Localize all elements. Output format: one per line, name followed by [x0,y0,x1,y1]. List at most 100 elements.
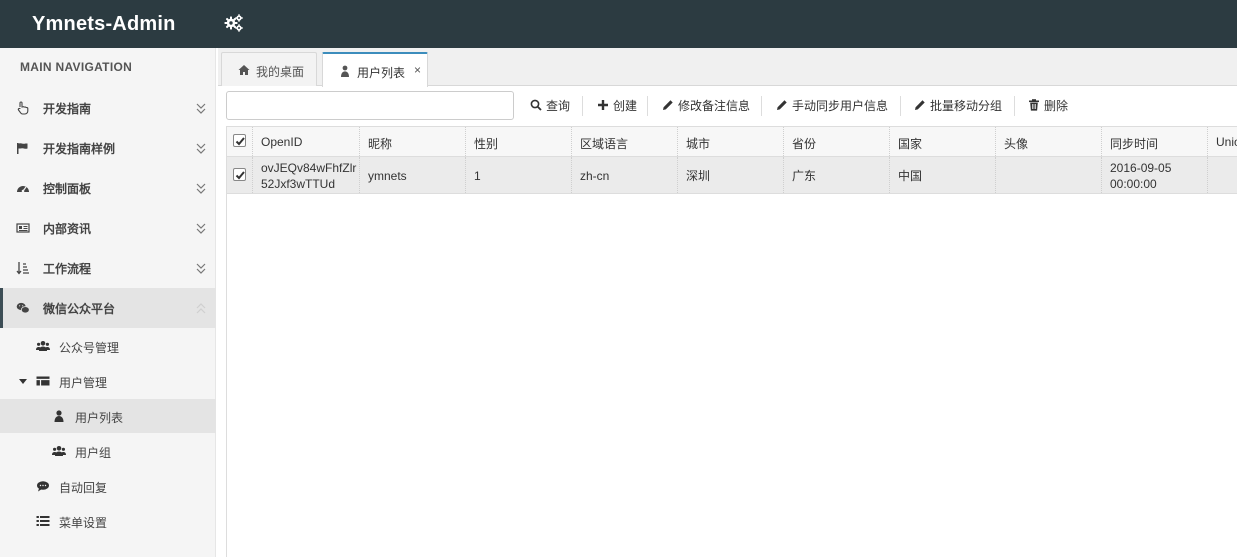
column-header-label: 区域语言 [580,137,629,151]
main-content: 我的桌面 用户列表 × 查询 创建 修改备注信息 手动同步用户信息 批量移动分组 [218,48,1237,557]
sync-time-value: 2016-09-05 00:00:00 [1110,160,1171,192]
gears-icon[interactable] [224,13,244,33]
column-header-sex[interactable]: 性别 [466,127,572,156]
sync-user-info-button-label: 手动同步用户信息 [792,99,889,113]
users-icon [36,341,50,351]
toolbar-divider [761,96,762,116]
table-icon [36,376,50,386]
sidebar-item-label: 开发指南 [43,102,92,116]
chevron-double-down-icon[interactable] [195,221,207,235]
column-header-country[interactable]: 国家 [890,127,996,156]
column-header-nickname[interactable]: 昵称 [360,127,466,156]
column-header-label: 昵称 [368,137,393,151]
chevron-double-up-icon[interactable] [195,301,207,315]
sidebar-item-label: 微信公众平台 [43,302,116,316]
active-indicator [0,288,3,328]
chevron-double-down-icon[interactable] [195,101,207,115]
sidebar-subitem-menu-settings[interactable]: 菜单设置 [0,504,216,538]
sidebar-item-dashboard[interactable]: 控制面板 [0,168,216,208]
query-button[interactable]: 查询 [530,97,570,115]
sidebar-item-label: 开发指南样例 [43,142,116,156]
toolbar-divider [582,96,583,116]
trash-icon [1029,99,1039,111]
cell-openid: ovJEQv84wFhfZlr 52Jxf3wTTUd [253,157,360,193]
sidebar-subitem-official-accounts[interactable]: 公众号管理 [0,329,216,363]
chevron-double-down-icon[interactable] [195,181,207,195]
openid-line-1: ovJEQv84wFhfZlr [261,161,357,175]
column-header-unionid[interactable]: UnionID [1208,127,1237,156]
user-data-grid: OpenID 昵称 性别 区域语言 城市 省份 国家 头像 同步时间 Union… [226,126,1237,557]
sidebar-subitem-auto-reply[interactable]: 自动回复 [0,469,216,503]
pencil-icon [777,100,787,110]
sidebar-subitem-user-management[interactable]: 用户管理 [0,364,216,398]
tab-label: 我的桌面 [256,65,305,79]
pencil-icon [915,100,925,110]
column-header-avatar[interactable]: 头像 [996,127,1102,156]
toolbar-divider [900,96,901,116]
cell-language: zh-cn [572,157,678,193]
sync-date: 2016-09-05 [1110,161,1172,175]
sidebar-subitem-user-list[interactable]: 用户列表 [0,399,216,433]
select-all-checkbox[interactable] [233,134,246,147]
column-header-label: 城市 [686,137,711,151]
edit-remark-button-label: 修改备注信息 [678,99,751,113]
grid-header-row: OpenID 昵称 性别 区域语言 城市 省份 国家 头像 同步时间 Union… [227,127,1237,157]
caret-down-icon [19,379,27,384]
batch-move-group-button[interactable]: 批量移动分组 [914,97,1002,115]
column-header-label: 同步时间 [1110,137,1159,151]
user-icon [341,65,349,77]
toolbar-divider [1014,96,1015,116]
newspaper-icon [16,223,30,233]
sidebar-item-wechat-platform[interactable]: 微信公众平台 [0,288,216,328]
cell-unionid [1208,157,1237,193]
delete-button-label: 删除 [1044,99,1069,113]
cell-city: 深圳 [678,157,784,193]
pencil-icon [663,100,673,110]
column-header-language[interactable]: 区域语言 [572,127,678,156]
checkmark-icon [235,171,245,180]
sidebar-item-label: 内部资讯 [43,222,92,236]
chevron-double-down-icon[interactable] [195,141,207,155]
language-value: zh-cn [580,169,610,183]
column-header-label: UnionID [1216,135,1237,149]
app-brand[interactable]: Ymnets-Admin [32,13,176,36]
sidebar-subitem-label: 用户管理 [59,376,108,390]
sidebar-item-dev-guide[interactable]: 开发指南 [0,88,216,128]
row-checkbox[interactable] [233,168,246,181]
wechat-icon [16,302,30,314]
sidebar-item-dev-guide-samples[interactable]: 开发指南样例 [0,128,216,168]
edit-remark-button[interactable]: 修改备注信息 [662,97,750,115]
sidebar-subitem-user-groups[interactable]: 用户组 [0,434,216,468]
toolbar: 查询 创建 修改备注信息 手动同步用户信息 批量移动分组 删除 [218,86,1237,126]
cell-avatar [996,157,1102,193]
column-header-openid[interactable]: OpenID [253,127,360,156]
close-tab-icon[interactable]: × [414,63,421,77]
sync-clock: 00:00:00 [1110,177,1157,191]
create-button[interactable]: 创建 [597,97,637,115]
column-header-city[interactable]: 城市 [678,127,784,156]
toolbar-divider [647,96,648,116]
checkmark-icon [235,137,245,146]
delete-button[interactable]: 删除 [1028,97,1068,115]
sync-user-info-button[interactable]: 手动同步用户信息 [776,97,888,115]
column-header-label: 头像 [1004,137,1029,151]
table-row[interactable]: ovJEQv84wFhfZlr 52Jxf3wTTUd ymnets 1 zh-c… [227,157,1237,194]
search-input[interactable] [226,91,514,120]
sidebar-item-internal-news[interactable]: 内部资讯 [0,208,216,248]
province-value: 广东 [792,169,817,183]
nav-heading: MAIN NAVIGATION [20,60,133,74]
sidebar-subitem-label: 自动回复 [59,481,108,495]
tab-user-list[interactable]: 用户列表 × [322,52,428,87]
tab-my-desktop[interactable]: 我的桌面 [221,52,317,86]
row-select-cell [227,157,253,193]
column-header-sync-time[interactable]: 同步时间 [1102,127,1208,156]
openid-line-2: 52Jxf3wTTUd [261,177,336,191]
plus-icon [598,100,608,110]
chevron-double-down-icon[interactable] [195,261,207,275]
top-header: Ymnets-Admin [0,0,1237,48]
hand-pointer-icon [17,101,29,115]
cell-nickname: ymnets [360,157,466,193]
sidebar-item-workflow[interactable]: 工作流程 [0,248,216,288]
column-header-province[interactable]: 省份 [784,127,890,156]
query-button-label: 查询 [546,99,571,113]
